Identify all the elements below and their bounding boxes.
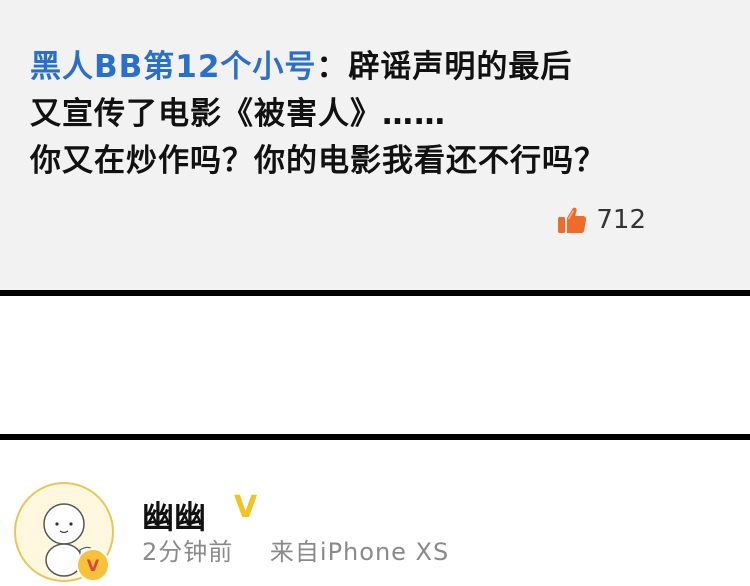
post-meta: 2分钟前 来自iPhone XS [142, 532, 449, 567]
post-time: 2分钟前 [142, 538, 234, 566]
comment-separator: ： [316, 49, 349, 85]
post-header: V 幽幽 V 2分钟前 来自iPhone XS [0, 440, 750, 586]
comment-line-1: 黑人BB第12个小号：辟谣声明的最后 [30, 44, 730, 91]
like-count: 712 [596, 205, 646, 235]
comment-card: 黑人BB第12个小号：辟谣声明的最后 又宣传了电影《被害人》…… 你又在炒作吗？… [0, 0, 750, 290]
panel-gap [0, 296, 750, 434]
post-source: 来自iPhone XS [269, 538, 450, 566]
comment-text: 黑人BB第12个小号：辟谣声明的最后 又宣传了电影《被害人》…… 你又在炒作吗？… [30, 44, 730, 185]
thumbs-up-icon[interactable] [556, 204, 588, 236]
comment-line-3: 你又在炒作吗？你的电影我看还不行吗？ [30, 143, 606, 179]
verified-icon: V [234, 490, 258, 525]
like-button[interactable]: 712 [556, 204, 646, 236]
vip-badge-icon: V [76, 548, 110, 582]
comment-line1-text: 辟谣声明的最后 [348, 49, 573, 85]
comment-line-2: 又宣传了电影《被害人》…… [30, 96, 446, 132]
comment-username-link[interactable]: 黑人BB第12个小号 [30, 49, 316, 85]
